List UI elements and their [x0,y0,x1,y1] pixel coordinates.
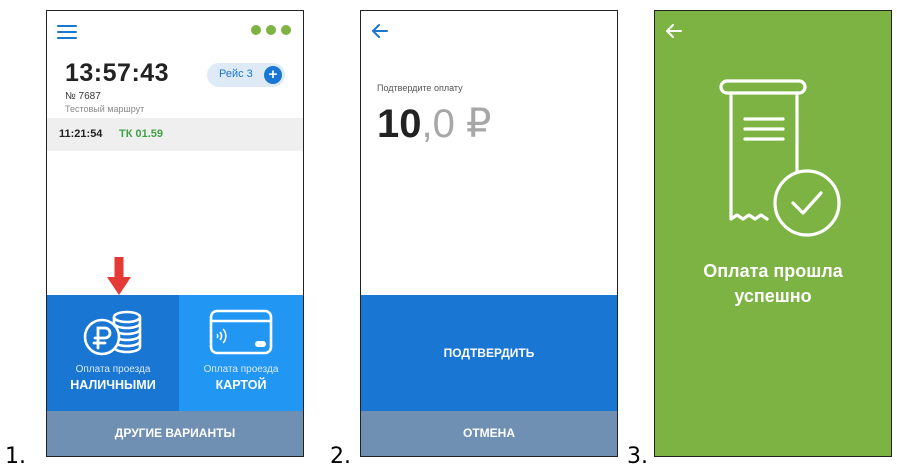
back-arrow-icon[interactable] [665,23,683,39]
coins-ruble-icon [83,310,142,356]
add-trip-icon[interactable]: + [264,66,282,84]
pay-cash-caption: Оплата проезда [75,364,151,375]
back-arrow-icon[interactable] [371,23,389,39]
screen-2-confirm: Подтвердите оплату 10,0 ₽ ПОДТВЕРДИТЬ ОТ… [360,10,618,457]
pay-card-button[interactable]: Оплата проезда КАРТОЙ [179,295,303,411]
red-down-arrow-icon [107,257,131,295]
success-line-2: успешно [734,286,812,306]
cancel-button[interactable]: ОТМЕНА [361,411,617,456]
pay-cash-label: НАЛИЧНЫМИ [70,378,156,392]
transaction-time: 11:21:54 [59,128,103,140]
step-number-1: 1. [5,444,26,469]
screen-1-main: 13:57:43 № 7687 Тестовый маршрут Рейс 3 … [46,10,304,457]
trip-label: Рейс 3 [219,68,253,80]
other-options-button[interactable]: ДРУГИЕ ВАРИАНТЫ [47,411,303,456]
amount-decimal: ,0 ₽ [421,102,492,146]
nfc-card-icon [209,309,273,355]
transaction-code: ТК 01.59 [119,128,164,140]
hamburger-menu-icon[interactable] [57,25,77,39]
confirm-payment-label: Подтвердите оплату [377,83,463,93]
receipt-check-icon [719,79,841,237]
step-number-2: 2. [330,444,351,469]
amount-integer: 10 [377,102,422,146]
three-dots-icon[interactable] [251,25,291,35]
confirm-button[interactable]: ПОДТВЕРДИТЬ [361,295,617,411]
success-line-1: Оплата прошла [703,261,843,281]
pay-cash-button[interactable]: Оплата проезда НАЛИЧНЫМИ [47,295,179,411]
pay-card-caption: Оплата проезда [203,364,279,375]
transaction-row[interactable]: 11:21:54 ТК 01.59 [47,118,303,151]
step-number-3: 3. [627,444,648,469]
trip-selector[interactable]: Рейс 3 + [207,63,285,87]
route-name: Тестовый маршрут [65,104,145,114]
success-message: Оплата прошла успешно [655,259,891,309]
screen-3-success: Оплата прошла успешно [654,10,892,457]
clock-time: 13:57:43 [65,59,170,87]
pay-card-label: КАРТОЙ [215,378,267,392]
route-number: № 7687 [65,91,101,102]
payment-amount: 10,0 ₽ [377,101,491,147]
